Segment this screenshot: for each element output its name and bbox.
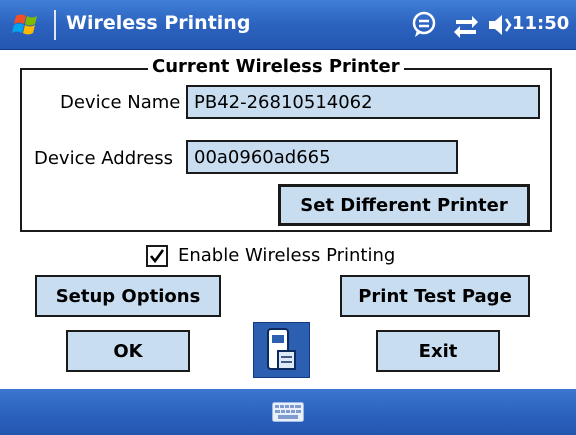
title-separator (54, 10, 56, 40)
device-name-label: Device Name (60, 92, 181, 113)
ok-button[interactable]: OK (66, 330, 190, 372)
bottom-bar (0, 389, 576, 435)
printer-icon (267, 328, 296, 370)
enable-wireless-label[interactable]: Enable Wireless Printing (178, 245, 395, 266)
windows-start-icon[interactable] (10, 10, 50, 40)
connectivity-icon[interactable] (452, 11, 480, 39)
enable-wireless-checkbox[interactable] (146, 245, 168, 267)
device-address-label: Device Address (34, 148, 173, 169)
checkmark-icon (149, 249, 165, 264)
set-different-printer-button[interactable]: Set Different Printer (278, 184, 530, 226)
app-title: Wireless Printing (66, 12, 251, 34)
keyboard-icon[interactable] (272, 402, 304, 422)
setup-options-button[interactable]: Setup Options (35, 275, 221, 317)
exit-button[interactable]: Exit (376, 330, 500, 372)
printer-icon-button[interactable] (253, 322, 310, 378)
title-bar: Wireless Printing 11:50 (0, 0, 576, 50)
clock[interactable]: 11:50 (512, 13, 569, 34)
group-legend: Current Wireless Printer (148, 56, 404, 77)
volume-icon[interactable] (486, 11, 514, 39)
notification-chat-icon[interactable] (410, 11, 438, 39)
device-name-field[interactable]: PB42-26810514062 (186, 85, 540, 119)
current-printer-group: Current Wireless Printer Device Name PB4… (20, 56, 552, 232)
device-address-field[interactable]: 00a0960ad665 (186, 140, 458, 174)
print-test-page-button[interactable]: Print Test Page (340, 275, 530, 317)
